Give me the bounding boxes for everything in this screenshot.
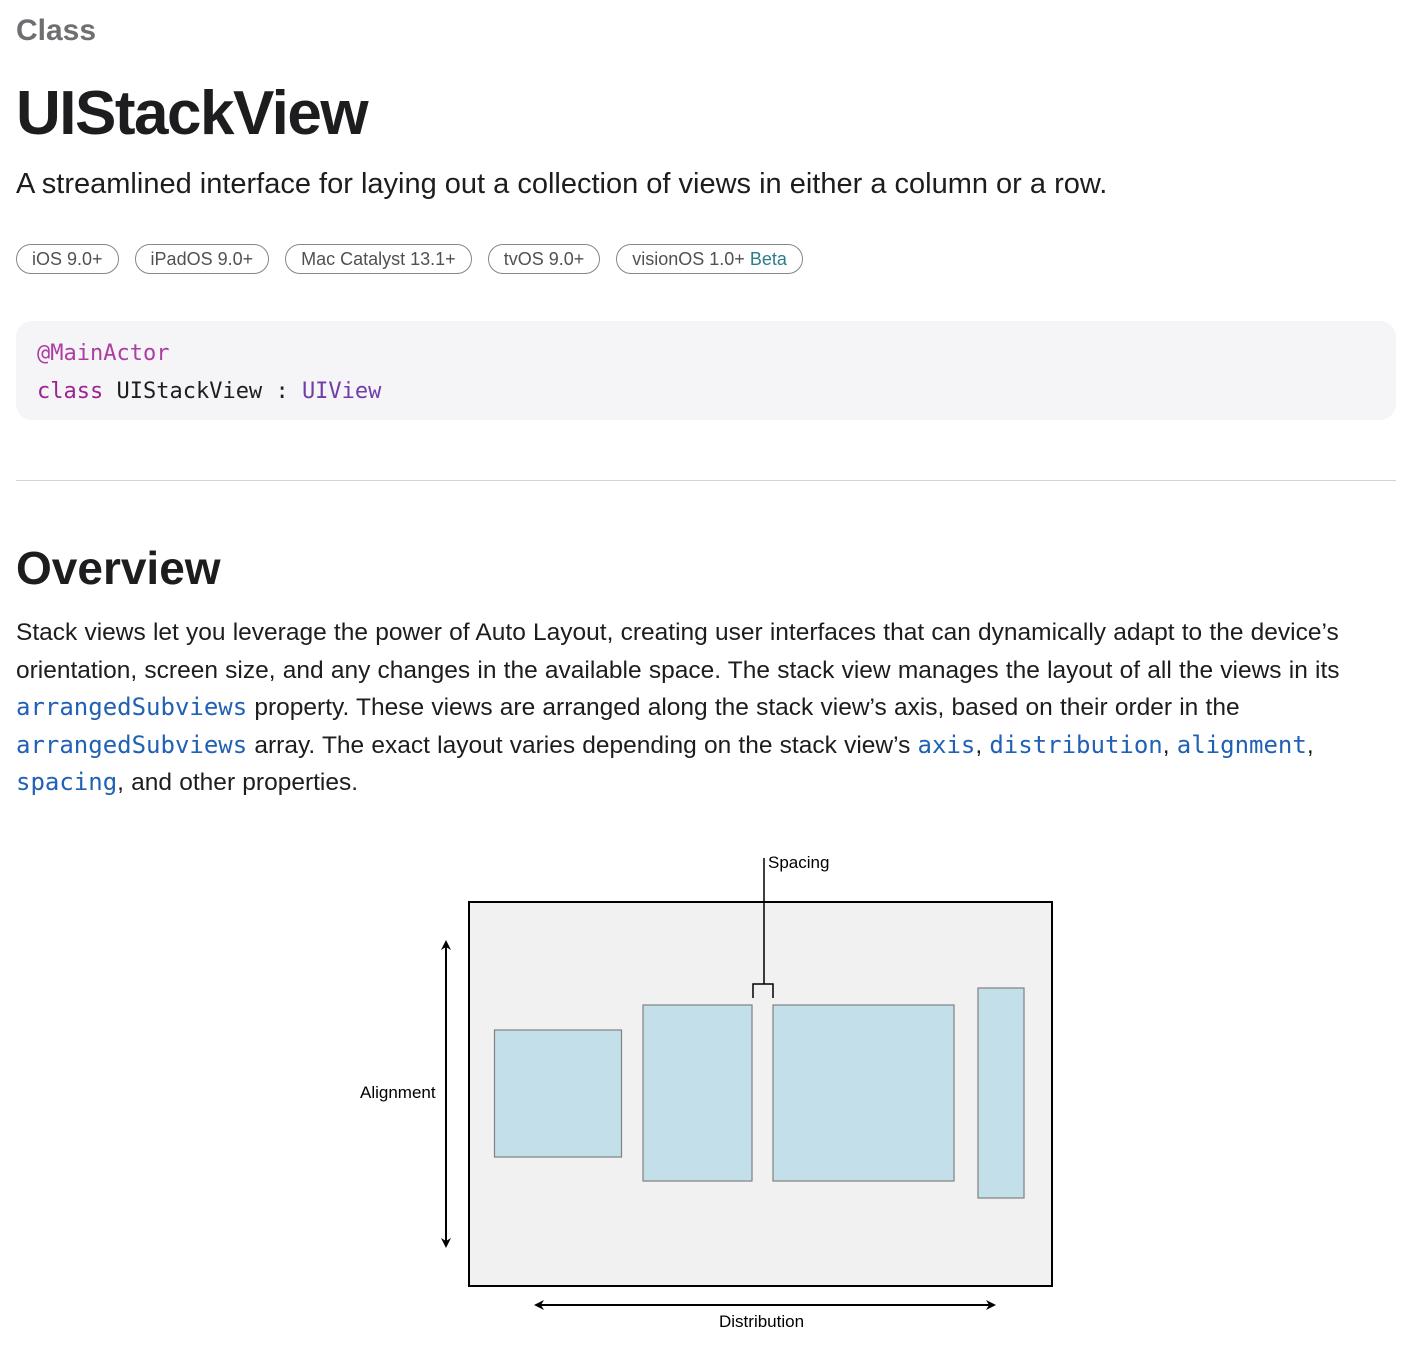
spacing-label: Spacing xyxy=(768,853,829,872)
distribution-label: Distribution xyxy=(719,1312,804,1331)
superclass-link[interactable]: UIView xyxy=(302,379,381,404)
declaration-keyword: class xyxy=(37,379,104,404)
axis-link[interactable]: axis xyxy=(918,731,976,759)
beta-badge: Beta xyxy=(749,249,787,269)
platform-label: iOS 9.0+ xyxy=(32,249,103,269)
declaration-code-block: @MainActor class UIStackView : UIView xyxy=(16,321,1396,420)
overview-text: , xyxy=(975,731,990,759)
arranged-subview-3 xyxy=(772,1004,955,1182)
platform-pill-mac-catalyst: Mac Catalyst 13.1+ xyxy=(285,244,472,274)
arrangedsubviews-link[interactable]: arrangedSubviews xyxy=(16,693,247,721)
platform-pill-tvos: tvOS 9.0+ xyxy=(487,244,601,274)
declaration-line-2: class UIStackView : UIView xyxy=(37,373,1375,411)
declaration-line-1: @MainActor xyxy=(37,335,1375,373)
declaration-attribute: @MainActor xyxy=(37,341,170,366)
arranged-subview-4 xyxy=(977,987,1025,1199)
overview-text: , xyxy=(1306,731,1314,759)
abstract-text: A streamlined interface for laying out a… xyxy=(16,168,1108,200)
alignment-label: Alignment xyxy=(360,1083,436,1102)
platform-pill-ios: iOS 9.0+ xyxy=(16,244,119,274)
declaration-colon: : xyxy=(275,379,289,404)
arranged-subview-2 xyxy=(642,1004,753,1182)
alignment-link[interactable]: alignment xyxy=(1177,731,1307,759)
spacing-bracket xyxy=(752,858,774,998)
distribution-link[interactable]: distribution xyxy=(989,731,1162,759)
overview-text: , and other properties. xyxy=(117,769,359,797)
page-title: UIStackView xyxy=(16,79,369,148)
overview-text: Stack views let you leverage the power o… xyxy=(16,619,1340,684)
stack-view-container xyxy=(468,901,1053,1287)
overview-paragraph: Stack views let you leverage the power o… xyxy=(16,614,1400,802)
symbol-kind-eyebrow: Class xyxy=(16,14,97,47)
arrangedsubviews-link[interactable]: arrangedSubviews xyxy=(16,731,247,759)
platform-label: visionOS 1.0+ xyxy=(632,249,745,269)
platform-label: Mac Catalyst 13.1+ xyxy=(301,249,456,269)
overview-text: property. These views are arranged along… xyxy=(247,694,1240,722)
spacing-link[interactable]: spacing xyxy=(16,768,117,796)
section-divider xyxy=(16,480,1396,481)
platform-label: tvOS 9.0+ xyxy=(503,249,585,269)
platform-pill-visionos: visionOS 1.0+ Beta xyxy=(616,244,803,274)
platform-availability-list: iOS 9.0+ iPadOS 9.0+ Mac Catalyst 13.1+ … xyxy=(16,244,803,274)
platform-pill-ipados: iPadOS 9.0+ xyxy=(134,244,270,274)
platform-label: iPadOS 9.0+ xyxy=(150,249,254,269)
arranged-subview-1 xyxy=(493,1029,623,1158)
overview-text: , xyxy=(1162,731,1177,759)
overview-heading: Overview xyxy=(16,542,221,594)
declaration-name: UIStackView xyxy=(116,379,263,404)
overview-text: array. The exact layout varies depending… xyxy=(247,731,918,759)
